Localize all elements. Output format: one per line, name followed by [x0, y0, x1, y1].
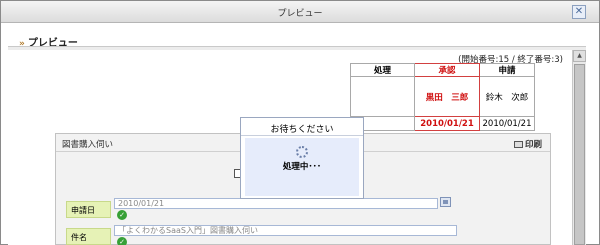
form-title: 図書購入伺い — [62, 140, 114, 150]
check-icon: ✓ — [117, 237, 127, 245]
subject-field[interactable]: 「よくわかるSaaS入門」図書購入伺い — [114, 225, 457, 236]
modal-title: お待ちください — [241, 118, 363, 136]
close-icon[interactable]: ✕ — [572, 5, 586, 19]
title-bar: プレビュー ✕ — [1, 1, 599, 23]
waiting-modal: お待ちください 処理中･･･ — [240, 117, 364, 199]
field-label-date: 申請日 — [66, 201, 111, 218]
approval-date-approve: 2010/01/21 — [414, 116, 480, 131]
print-icon — [513, 141, 523, 148]
approval-name-process — [350, 76, 415, 117]
calendar-icon[interactable] — [440, 197, 451, 207]
vertical-scrollbar[interactable]: ▲ — [572, 50, 586, 245]
print-button[interactable]: 印刷 — [513, 138, 542, 150]
approval-name-approve: 黒田 三郎 — [414, 76, 480, 117]
date-field[interactable]: 2010/01/21 — [114, 198, 438, 209]
approval-header-apply: 申請 — [479, 63, 535, 77]
check-icon: ✓ — [117, 210, 127, 220]
processing-message: 処理中･･･ — [282, 162, 322, 172]
approval-header-approve: 承認 — [414, 63, 480, 77]
approval-table: 処理 承認 申請 黒田 三郎 鈴木 次郎 2010/01/21 2010/01/… — [350, 63, 535, 131]
window-title: プレビュー — [277, 9, 323, 19]
approval-name-apply: 鈴木 次郎 — [479, 76, 535, 117]
approval-date-apply: 2010/01/21 — [479, 116, 535, 131]
scroll-up-icon[interactable]: ▲ — [573, 50, 586, 62]
spinner-icon — [296, 146, 308, 158]
field-label-subject: 件名 — [66, 228, 111, 245]
modal-body: 処理中･･･ — [245, 138, 359, 196]
scrollbar-thumb[interactable] — [574, 64, 585, 245]
print-label: 印刷 — [524, 140, 542, 150]
approval-header-process: 処理 — [350, 63, 415, 77]
